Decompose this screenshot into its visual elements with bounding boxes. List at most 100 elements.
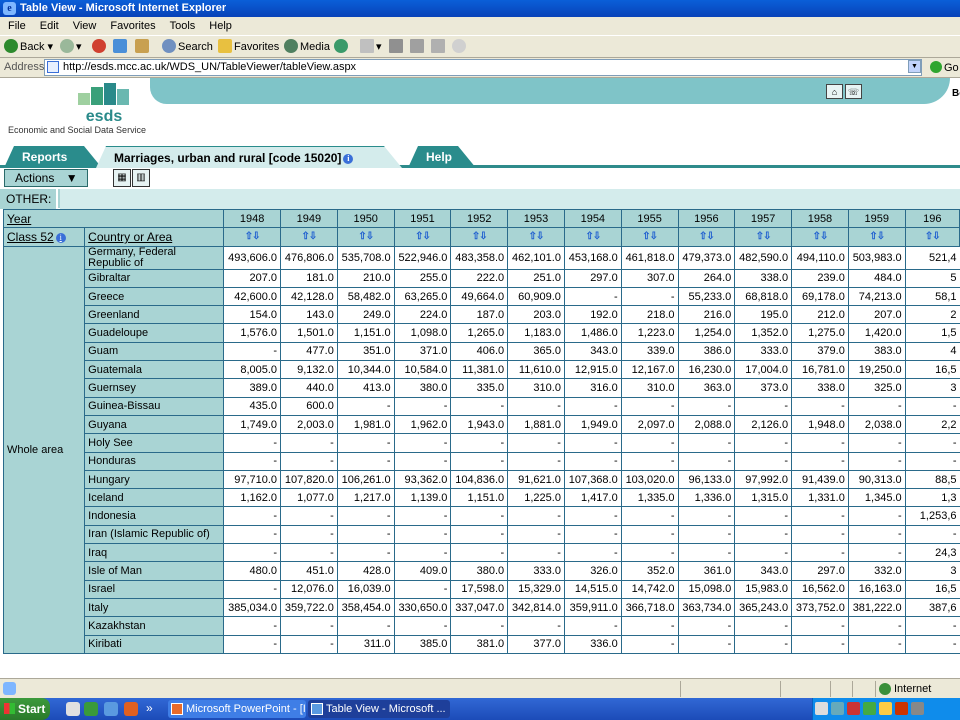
value-cell: - [847, 616, 906, 636]
other-dimension-row: OTHER: [0, 188, 960, 209]
tab-reports[interactable]: Reports [4, 146, 102, 168]
value-cell: 482,590.0 [734, 245, 793, 270]
menu-tools[interactable]: Tools [162, 17, 202, 32]
value-cell: 10,344.0 [336, 360, 395, 380]
start-button[interactable]: Start [0, 698, 50, 720]
contact-icon[interactable]: ☏ [845, 84, 862, 99]
value-cell: 535,708.0 [336, 245, 395, 270]
value-cell: - [847, 634, 906, 654]
value-cell: - [507, 616, 565, 636]
value-cell: - [450, 506, 509, 526]
value-cell: - [791, 506, 849, 526]
search-button[interactable]: Search [162, 39, 213, 55]
year-header: 1952 [450, 208, 509, 229]
tray-icon[interactable] [879, 702, 892, 715]
back-button[interactable]: Back ▾ [4, 39, 53, 55]
powerpoint-icon [171, 703, 183, 715]
sort-arrows-icon[interactable]: ⇧⇩ [847, 227, 906, 247]
tab-table[interactable]: Marriages, urban and rural [code 15020] i [96, 146, 402, 168]
forward-button[interactable]: ▾ [60, 39, 82, 55]
sort-arrows-icon[interactable]: ⇧⇩ [904, 227, 960, 247]
system-tray [812, 698, 960, 720]
media-player-icon[interactable] [124, 702, 138, 716]
menu-favorites[interactable]: Favorites [102, 17, 161, 32]
sort-arrows-icon[interactable]: ⇧⇩ [734, 227, 793, 247]
chart-view-icon[interactable]: ▥ [132, 169, 150, 187]
favorites-button[interactable]: Favorites [218, 39, 279, 55]
volume-icon[interactable] [815, 702, 828, 715]
value-cell: 363,734.0 [677, 597, 736, 618]
sort-arrows-icon[interactable]: ⇧⇩ [336, 227, 395, 247]
address-input[interactable]: http://esds.mcc.ac.uk/WDS_UN/TableViewer… [44, 59, 922, 76]
messenger-button[interactable] [452, 39, 468, 55]
info-icon[interactable]: i [55, 232, 66, 243]
task-powerpoint[interactable]: Microsoft PowerPoint - [I... [168, 700, 306, 718]
address-dropdown-button[interactable]: ▼ [908, 60, 921, 73]
media-icon [284, 39, 298, 53]
year-dimension-header[interactable]: Year [2, 208, 225, 229]
info-icon[interactable]: i [343, 154, 353, 164]
refresh-button[interactable] [113, 39, 129, 55]
go-button[interactable]: Go [930, 61, 959, 74]
sort-arrows-icon[interactable]: ⇧⇩ [620, 227, 679, 247]
quicklaunch-overflow[interactable]: » [146, 701, 153, 715]
table-row: Greece 42,600.0 42,128.0 58,482.0 63,265.0 49… [4, 286, 960, 307]
value-cell: 69,178.0 [791, 286, 849, 307]
value-cell: 251.0 [507, 268, 565, 288]
value-cell: 483,358.0 [450, 245, 509, 270]
tab-help[interactable]: Help [408, 146, 476, 168]
value-cell: 1,151.0 [336, 323, 395, 343]
sort-arrows-icon[interactable]: ⇧⇩ [223, 227, 282, 247]
value-cell: - [791, 433, 849, 453]
mail-button[interactable]: ▾ [360, 39, 382, 55]
edit-button[interactable] [410, 39, 426, 55]
class-label[interactable]: Class 52 [7, 230, 54, 244]
history-button[interactable] [334, 39, 350, 55]
discuss-button[interactable] [431, 39, 447, 55]
sort-arrows-icon[interactable]: ⇧⇩ [280, 227, 338, 247]
country-header[interactable]: Country or Area [84, 227, 225, 247]
sort-arrows-icon[interactable]: ⇧⇩ [507, 227, 565, 247]
network-icon[interactable] [831, 702, 844, 715]
value-cell: 88,5 [904, 469, 960, 490]
sort-arrows-icon[interactable]: ⇧⇩ [677, 227, 736, 247]
task-table-view[interactable]: Table View - Microsoft ... [308, 700, 450, 718]
value-cell: - [450, 543, 509, 563]
class-header[interactable]: Class 52 i [2, 227, 86, 247]
home-button[interactable] [135, 39, 151, 55]
sort-arrows-icon[interactable]: ⇧⇩ [393, 227, 452, 247]
menu-file[interactable]: File [0, 17, 32, 32]
value-cell: 297.0 [791, 561, 849, 581]
country-cell: Italy [84, 597, 225, 618]
value-cell: - [223, 634, 282, 654]
address-url: http://esds.mcc.ac.uk/WDS_UN/TableViewer… [63, 61, 357, 73]
menu-help[interactable]: Help [201, 17, 238, 32]
acrobat-icon[interactable] [895, 702, 908, 715]
table-view-icon[interactable]: ▦ [113, 169, 131, 187]
home-icon[interactable]: ⌂ [826, 84, 843, 99]
show-desktop-icon[interactable] [66, 702, 80, 716]
value-cell: - [677, 524, 736, 545]
value-cell: 143.0 [280, 305, 338, 325]
value-cell: 1,254.0 [677, 323, 736, 343]
update-icon[interactable] [863, 702, 876, 715]
sort-arrows-icon[interactable]: ⇧⇩ [563, 227, 622, 247]
value-cell: 16,5 [904, 360, 960, 380]
year-label[interactable]: Year [7, 212, 31, 226]
menu-view[interactable]: View [65, 17, 103, 32]
value-cell: 1,981.0 [336, 414, 395, 435]
sort-arrows-icon[interactable]: ⇧⇩ [791, 227, 849, 247]
sort-arrows-icon[interactable]: ⇧⇩ [450, 227, 509, 247]
printer-icon [389, 39, 403, 53]
menu-edit[interactable]: Edit [32, 17, 65, 32]
actions-dropdown[interactable]: Actions ▼ [4, 169, 88, 187]
media-button[interactable]: Media [284, 39, 330, 55]
ie-quicklaunch-icon[interactable] [104, 702, 118, 716]
value-cell: 1,139.0 [393, 488, 452, 508]
quicklaunch-icon[interactable] [84, 702, 98, 716]
antivirus-icon[interactable] [847, 702, 860, 715]
print-button[interactable] [389, 39, 405, 55]
stop-button[interactable] [92, 39, 108, 55]
country-label[interactable]: Country or Area [88, 230, 172, 244]
clock-icon[interactable] [911, 702, 924, 715]
